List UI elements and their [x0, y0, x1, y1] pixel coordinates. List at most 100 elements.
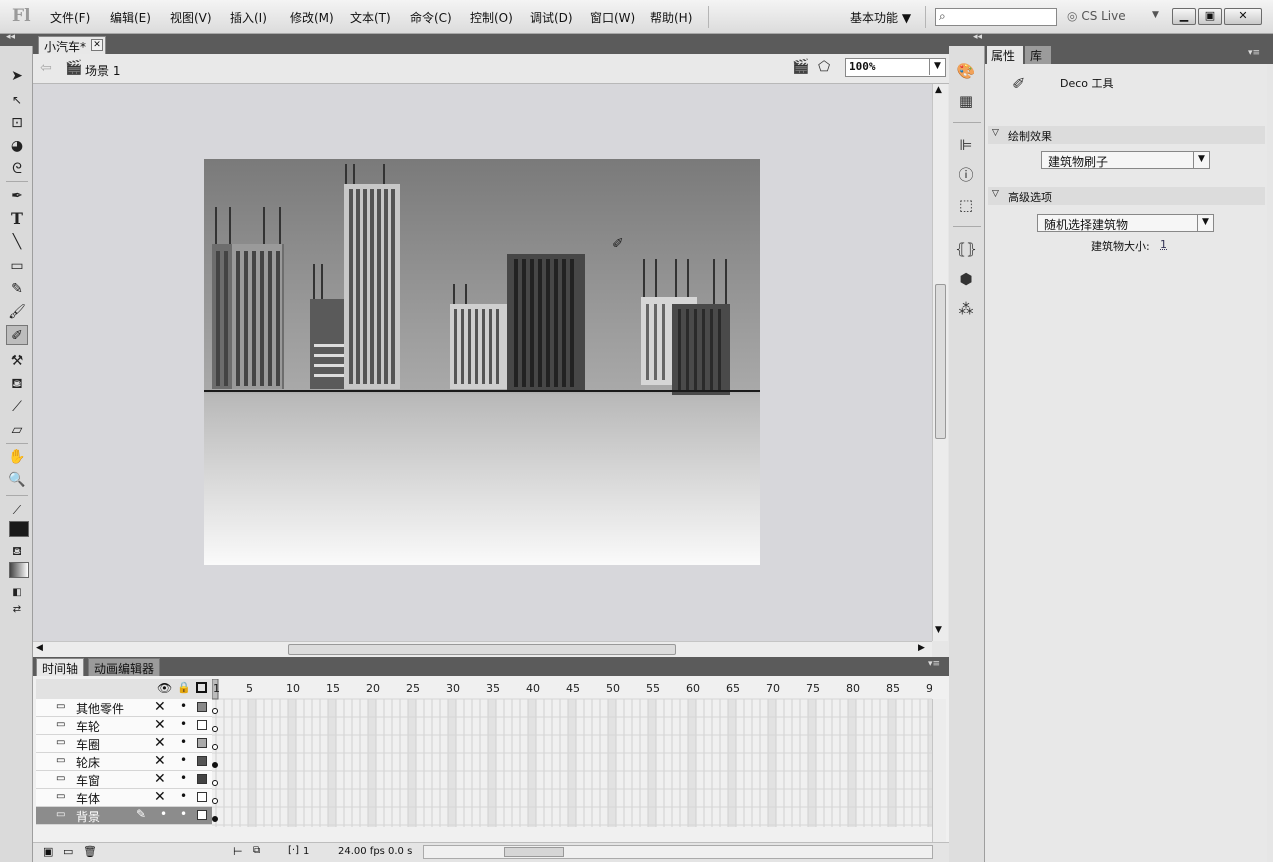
layer-row[interactable]: ▭ 车轮 ✕ • [36, 717, 212, 735]
close-tab-icon[interactable]: ✕ [91, 39, 103, 51]
lock-icon[interactable]: 🔒 [177, 681, 191, 694]
hidden-x-icon[interactable]: ✕ [154, 771, 166, 787]
menu-file[interactable]: 文件(F) [50, 9, 90, 26]
menu-control[interactable]: 控制(O) [470, 9, 513, 26]
hidden-x-icon[interactable]: ✕ [154, 717, 166, 733]
advanced-option-dropdown[interactable]: 随机选择建筑物 ▼ [1037, 214, 1214, 232]
center-frame-icon[interactable]: ⊢ [233, 845, 243, 858]
layer-color-swatch[interactable] [197, 738, 207, 748]
edit-symbols-icon[interactable]: ⬠ [818, 59, 830, 75]
layer-row[interactable]: ▭ 轮床 ✕ • [36, 753, 212, 771]
hand-tool-icon[interactable]: ✋ [6, 447, 28, 467]
stroke-color-icon[interactable]: ⟋ [6, 500, 28, 520]
layer-row-active[interactable]: ▭ 背景 ✎ • • [36, 807, 212, 825]
paint-bucket-tool-icon[interactable]: ⛾ [6, 374, 28, 394]
text-tool-icon[interactable]: T [6, 209, 28, 229]
fill-color-icon[interactable]: ⛾ [6, 541, 28, 561]
pencil-tool-icon[interactable]: ✎ [6, 279, 28, 299]
lock-dot[interactable]: • [180, 753, 187, 767]
transform-icon[interactable]: ⬚ [955, 194, 977, 216]
tab-motion-editor[interactable]: 动画编辑器 [88, 658, 161, 676]
tab-timeline[interactable]: 时间轴 [36, 658, 85, 676]
lock-dot[interactable]: • [180, 717, 187, 731]
new-layer-icon[interactable]: ▣ [43, 845, 53, 858]
components-icon[interactable]: ⬢ [955, 268, 977, 290]
pen-tool-icon[interactable]: ✒ [6, 186, 28, 206]
bone-tool-icon[interactable]: ⚒ [6, 351, 28, 371]
back-arrow-icon[interactable]: ⇦ [40, 60, 52, 76]
section-advanced[interactable]: ▽ 高级选项 [988, 187, 1265, 205]
layer-color-swatch[interactable] [197, 756, 207, 766]
menu-commands[interactable]: 命令(C) [410, 9, 452, 26]
menu-help[interactable]: 帮助(H) [650, 9, 692, 26]
layer-row[interactable]: ▭ 其他零件 ✕ • [36, 699, 212, 717]
deco-tool-icon[interactable]: ✐ [6, 325, 28, 345]
tab-library[interactable]: 库 [1025, 46, 1051, 64]
layer-row[interactable]: ▭ 车圈 ✕ • [36, 735, 212, 753]
delete-icon[interactable]: 🗑 [83, 845, 97, 858]
minimize-button[interactable]: ▁ [1172, 8, 1196, 25]
lock-dot[interactable]: • [180, 735, 187, 749]
menu-edit[interactable]: 编辑(E) [110, 9, 151, 26]
brush-tool-icon[interactable]: 🖌 [6, 302, 28, 322]
tab-properties[interactable]: 属性 [987, 46, 1023, 64]
frame-rate[interactable]: 24.00 fps [338, 846, 385, 857]
outline-icon[interactable] [196, 682, 207, 693]
menu-insert[interactable]: 插入(I) [230, 9, 267, 26]
cs-live-dropdown-icon[interactable]: ▼ [1152, 10, 1159, 20]
horizontal-scroll-thumb[interactable] [288, 644, 676, 655]
eyedropper-tool-icon[interactable]: ⟋ [6, 397, 28, 417]
code-snippets-icon[interactable]: ⦃⦄ [955, 238, 977, 260]
scroll-right-icon[interactable]: ▶ [918, 643, 925, 653]
horizontal-scrollbar[interactable]: ◀ ▶ [33, 641, 932, 657]
align-icon[interactable]: ⊫ [955, 134, 977, 156]
layer-color-swatch[interactable] [197, 792, 207, 802]
timeline-scroll-thumb[interactable] [504, 847, 564, 857]
hidden-x-icon[interactable]: ✕ [154, 789, 166, 805]
layer-row[interactable]: ▭ 车窗 ✕ • [36, 771, 212, 789]
collapse-triangle-icon[interactable]: ▽ [992, 128, 999, 138]
color-palette-icon[interactable]: 🎨 [955, 60, 977, 82]
layer-color-swatch[interactable] [197, 702, 207, 712]
search-input[interactable]: ⌕ [935, 8, 1057, 26]
lock-dot[interactable]: • [180, 699, 187, 713]
subselection-tool-icon[interactable]: ↖ [6, 90, 28, 110]
scene-breadcrumb[interactable]: 场景 1 [85, 62, 120, 79]
fill-color-swatch[interactable] [9, 562, 29, 578]
hidden-x-icon[interactable]: ✕ [154, 735, 166, 751]
swap-colors-icon[interactable]: ⇄ [6, 600, 28, 620]
menu-debug[interactable]: 调试(D) [530, 9, 573, 26]
line-tool-icon[interactable]: ╲ [6, 232, 28, 252]
rectangle-tool-icon[interactable]: ▭ [6, 256, 28, 276]
zoom-select[interactable]: 100% ▼ [845, 58, 946, 77]
vertical-scrollbar[interactable]: ▲ ▼ [932, 84, 948, 641]
layer-color-swatch[interactable] [197, 774, 207, 784]
show-hide-eye-icon[interactable]: 👁 [157, 681, 172, 695]
visible-dot[interactable]: • [160, 807, 167, 821]
document-tab[interactable]: 小汽车* ✕ [38, 36, 106, 54]
collapse-icon[interactable]: ◂◂ [973, 32, 982, 42]
layer-row[interactable]: ▭ 车体 ✕ • [36, 789, 212, 807]
close-button[interactable]: ✕ [1224, 8, 1262, 25]
draw-effect-dropdown[interactable]: 建筑物刷子 ▼ [1041, 151, 1210, 169]
menu-view[interactable]: 视图(V) [170, 9, 212, 26]
eraser-tool-icon[interactable]: ▱ [6, 420, 28, 440]
building-size-value[interactable]: 1 [1160, 238, 1167, 251]
timeline-vertical-scrollbar[interactable] [932, 699, 946, 842]
layer-color-swatch[interactable] [197, 720, 207, 730]
stroke-color-swatch[interactable] [9, 521, 29, 537]
new-folder-icon[interactable]: ▭ [63, 845, 73, 858]
timeline-horizontal-scrollbar[interactable] [423, 845, 933, 859]
maximize-button[interactable]: ▣ [1198, 8, 1222, 25]
3d-rotation-tool-icon[interactable]: ◕ [6, 136, 28, 156]
selection-tool-icon[interactable]: ➤ [6, 66, 28, 86]
collapse-triangle-icon[interactable]: ▽ [992, 189, 999, 199]
hidden-x-icon[interactable]: ✕ [154, 753, 166, 769]
info-icon[interactable]: ⓘ [955, 164, 977, 186]
motion-presets-icon[interactable]: ⁂ [955, 298, 977, 320]
frame-grid[interactable]: 1 5 10 15 20 25 30 35 40 45 50 55 60 65 70 75 80 85 9 [211, 678, 936, 827]
cs-live-button[interactable]: ◎ CS Live [1067, 9, 1126, 23]
workspace-switcher[interactable]: 基本功能 ▼ [850, 9, 911, 26]
scroll-down-icon[interactable]: ▼ [935, 625, 942, 635]
vertical-scroll-thumb[interactable] [935, 284, 946, 439]
